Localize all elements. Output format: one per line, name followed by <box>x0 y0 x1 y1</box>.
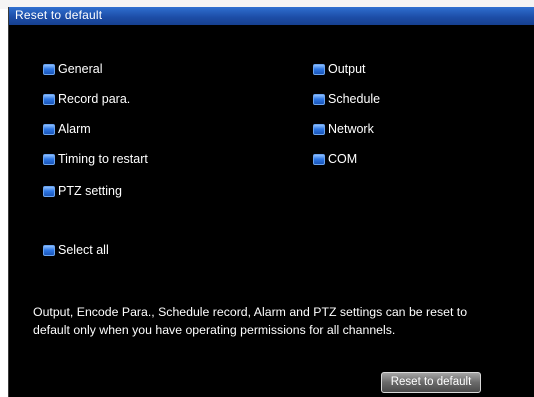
permission-note-line-1: Output, Encode Para., Schedule record, A… <box>33 305 468 319</box>
option-network-label: Network <box>328 122 374 136</box>
option-schedule[interactable]: Schedule <box>313 91 380 107</box>
option-timing-to-restart-label: Timing to restart <box>58 152 148 166</box>
option-output[interactable]: Output <box>313 61 366 77</box>
option-ptz-setting-label: PTZ setting <box>58 184 122 198</box>
permission-note: Output, Encode Para., Schedule record, A… <box>33 303 533 339</box>
option-select-all[interactable]: Select all <box>43 242 109 258</box>
checkbox-icon[interactable] <box>313 93 325 105</box>
option-record-para-label: Record para. <box>58 92 131 106</box>
dialog-title: Reset to default <box>15 8 103 22</box>
option-com[interactable]: COM <box>313 151 357 167</box>
option-com-label: COM <box>328 152 358 166</box>
checkbox-icon[interactable] <box>43 123 55 135</box>
option-select-all-label: Select all <box>58 243 109 257</box>
option-output-label: Output <box>328 62 366 76</box>
reset-to-default-button[interactable]: Reset to default <box>381 372 481 393</box>
checkbox-icon[interactable] <box>43 63 55 75</box>
reset-dialog: Reset to default General Record para. Al… <box>8 7 534 397</box>
option-ptz-setting[interactable]: PTZ setting <box>43 183 122 199</box>
checkbox-icon[interactable] <box>43 153 55 165</box>
checkbox-icon[interactable] <box>43 244 55 256</box>
option-alarm[interactable]: Alarm <box>43 121 91 137</box>
checkbox-icon[interactable] <box>43 93 55 105</box>
checkbox-icon[interactable] <box>43 185 55 197</box>
option-general-label: General <box>58 62 103 76</box>
option-record-para[interactable]: Record para. <box>43 91 130 107</box>
option-network[interactable]: Network <box>313 121 374 137</box>
option-timing-to-restart[interactable]: Timing to restart <box>43 151 148 167</box>
checkbox-icon[interactable] <box>313 153 325 165</box>
checkbox-icon[interactable] <box>313 63 325 75</box>
permission-note-line-2: default only when you have operating per… <box>33 323 396 337</box>
option-general[interactable]: General <box>43 61 102 77</box>
option-alarm-label: Alarm <box>58 122 91 136</box>
checkbox-icon[interactable] <box>313 123 325 135</box>
title-bar: Reset to default <box>9 7 534 25</box>
option-schedule-label: Schedule <box>328 92 381 106</box>
